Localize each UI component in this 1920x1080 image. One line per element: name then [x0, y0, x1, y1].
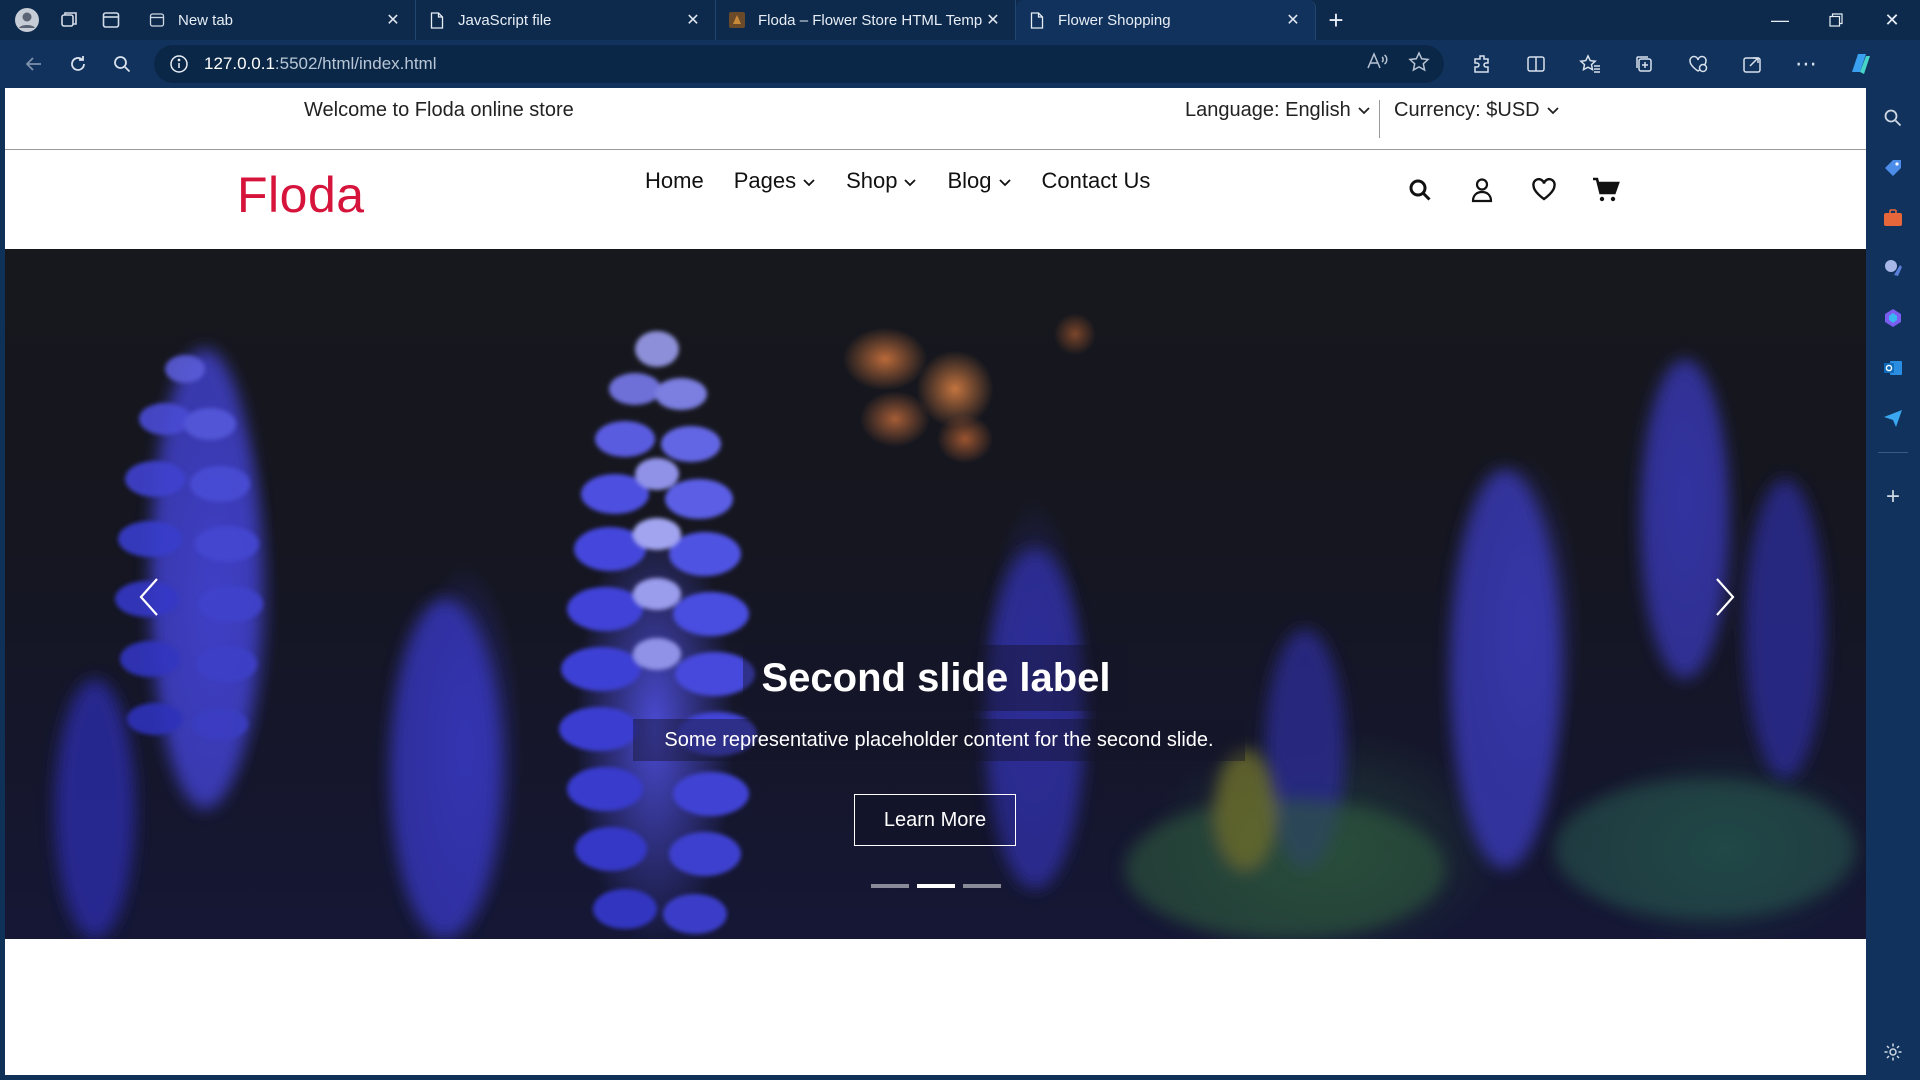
- tab-flower-shopping[interactable]: Flower Shopping ✕: [1016, 0, 1316, 40]
- language-label: Language: English: [1185, 99, 1351, 121]
- nav-blog[interactable]: Blog: [947, 168, 1011, 194]
- extensions-icon[interactable]: [1462, 44, 1502, 84]
- close-icon[interactable]: ✕: [1283, 10, 1303, 30]
- carousel-indicator-1[interactable]: [871, 884, 909, 888]
- tab-actions-icon[interactable]: [96, 5, 126, 35]
- search-icon[interactable]: [100, 44, 144, 84]
- close-icon[interactable]: ✕: [983, 10, 1003, 30]
- add-icon[interactable]: +: [1873, 477, 1913, 517]
- browser-essentials-icon[interactable]: [1678, 44, 1718, 84]
- search-icon[interactable]: [1406, 176, 1434, 204]
- minimize-icon[interactable]: —: [1752, 0, 1808, 40]
- restore-icon[interactable]: [1808, 0, 1864, 40]
- tab-floda-template[interactable]: Floda – Flower Store HTML Temp ✕: [716, 0, 1016, 40]
- sidebar-divider: [1878, 452, 1908, 453]
- nav-label: Blog: [947, 168, 992, 193]
- favorite-star-icon[interactable]: [1408, 50, 1430, 78]
- sidebar-search-icon[interactable]: [1873, 98, 1913, 138]
- currency-dropdown[interactable]: Currency: $USD: [1394, 99, 1560, 122]
- chevron-down-icon: [802, 168, 816, 194]
- cart-icon[interactable]: [1592, 176, 1620, 204]
- file-icon: [1028, 11, 1046, 29]
- carousel-next-button[interactable]: [1705, 567, 1745, 627]
- carousel-indicator-3[interactable]: [963, 884, 1001, 888]
- newtab-icon: [148, 11, 166, 29]
- tab-title: Flower Shopping: [1058, 11, 1171, 29]
- nav-label: Home: [645, 168, 704, 193]
- carousel-indicator-2[interactable]: [917, 884, 955, 888]
- profile-icon[interactable]: [12, 5, 42, 35]
- close-icon[interactable]: ✕: [383, 10, 403, 30]
- tab-title: New tab: [178, 11, 234, 29]
- carousel-prev-button[interactable]: [129, 567, 169, 627]
- nav-label: Pages: [733, 168, 797, 193]
- read-aloud-icon[interactable]: [1366, 51, 1388, 78]
- language-dropdown[interactable]: Language: English: [1185, 99, 1371, 122]
- chevron-down-icon: [903, 168, 917, 194]
- send-icon[interactable]: [1873, 398, 1913, 438]
- copilot-icon[interactable]: [1840, 44, 1880, 84]
- tab-javascript-file[interactable]: JavaScript file ✕: [416, 0, 716, 40]
- learn-more-button[interactable]: Learn More: [854, 794, 1016, 846]
- site-logo[interactable]: Floda: [237, 166, 365, 224]
- site-info-icon[interactable]: [168, 53, 190, 75]
- tab-title: Floda – Flower Store HTML Temp: [758, 11, 983, 29]
- nav-label: Shop: [846, 168, 898, 193]
- carousel-indicators: [871, 884, 1001, 888]
- url-path: :5502/html/index.html: [274, 54, 437, 73]
- games-icon[interactable]: [1873, 248, 1913, 288]
- new-tab-button[interactable]: +: [1316, 0, 1356, 40]
- nav-shop[interactable]: Shop: [846, 168, 917, 194]
- browser-address-bar: 127.0.0.1:5502/html/index.html ⋯: [0, 40, 1920, 88]
- topbar-divider: [1379, 100, 1380, 138]
- microsoft-365-icon[interactable]: [1873, 298, 1913, 338]
- shopping-tag-icon[interactable]: [1873, 148, 1913, 188]
- hero-carousel: Second slide label Some representative p…: [5, 249, 1866, 939]
- close-icon[interactable]: ✕: [683, 10, 703, 30]
- site-favicon-icon: [728, 11, 746, 29]
- nav-home[interactable]: Home: [645, 168, 704, 194]
- main-nav: Home Pages Shop Blog Contact Us: [645, 168, 1150, 194]
- url-bar[interactable]: 127.0.0.1:5502/html/index.html: [154, 45, 1444, 83]
- user-icon[interactable]: [1468, 176, 1496, 204]
- site-header: Floda Home Pages Shop Blog Contact Us: [5, 150, 1866, 248]
- slide-title: Second slide label: [743, 645, 1129, 711]
- nav-contact[interactable]: Contact Us: [1042, 168, 1151, 194]
- chevron-down-icon: [998, 168, 1012, 194]
- top-info-bar: Welcome to Floda online store Language: …: [5, 88, 1866, 150]
- nav-pages[interactable]: Pages: [734, 168, 816, 194]
- url-host: 127.0.0.1: [204, 54, 275, 73]
- welcome-text: Welcome to Floda online store: [304, 99, 574, 121]
- file-icon: [428, 11, 446, 29]
- chevron-down-icon: [1546, 99, 1560, 122]
- nav-label: Contact Us: [1041, 168, 1151, 193]
- favorites-icon[interactable]: [1570, 44, 1610, 84]
- heart-icon[interactable]: [1530, 176, 1558, 204]
- split-screen-icon[interactable]: [1516, 44, 1556, 84]
- workspaces-icon[interactable]: [54, 5, 84, 35]
- tab-title: JavaScript file: [458, 11, 552, 29]
- collections-icon[interactable]: [1624, 44, 1664, 84]
- refresh-icon[interactable]: [56, 44, 100, 84]
- tools-briefcase-icon[interactable]: [1873, 198, 1913, 238]
- more-options-icon[interactable]: ⋯: [1786, 44, 1826, 84]
- page-viewport: Welcome to Floda online store Language: …: [5, 88, 1866, 1075]
- share-icon[interactable]: [1732, 44, 1772, 84]
- back-icon[interactable]: [12, 44, 56, 84]
- chevron-down-icon: [1357, 99, 1371, 122]
- outlook-icon[interactable]: [1873, 348, 1913, 388]
- settings-gear-icon[interactable]: [1873, 1032, 1913, 1072]
- browser-tab-bar: New tab ✕ JavaScript file ✕ Floda – Flow…: [0, 0, 1920, 40]
- tab-new-tab[interactable]: New tab ✕: [136, 0, 416, 40]
- close-window-icon[interactable]: ✕: [1864, 0, 1920, 40]
- browser-sidebar: +: [1866, 88, 1920, 1080]
- currency-label: Currency: $USD: [1394, 99, 1540, 121]
- slide-text: Some representative placeholder content …: [633, 719, 1245, 761]
